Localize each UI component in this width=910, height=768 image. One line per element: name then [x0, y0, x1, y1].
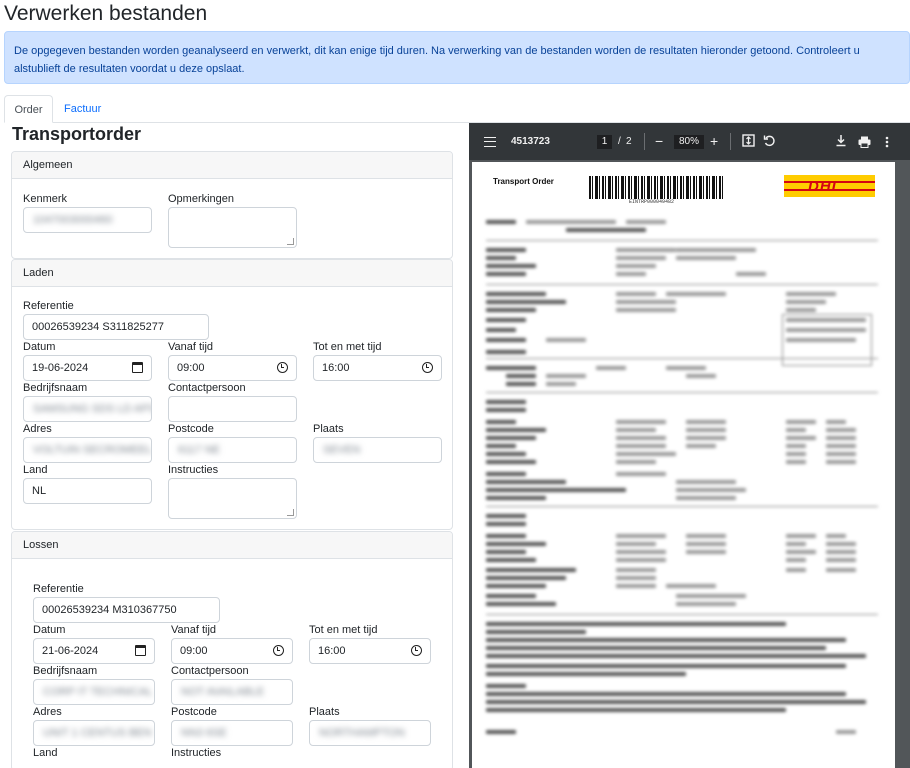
plus-icon[interactable]: + [710, 132, 718, 150]
laden-bedrijfsnaam-label: Bedrijfsnaam [23, 382, 88, 394]
page-number-input[interactable]: 1 [597, 135, 612, 149]
zoom-input[interactable]: 80% [674, 135, 704, 149]
form-title: Transportorder [12, 124, 142, 144]
laden-postcode-label: Postcode [168, 423, 214, 435]
calendar-icon[interactable] [135, 645, 146, 659]
laden-tot-label: Tot en met tijd [313, 341, 382, 353]
pdf-page: Transport Order EINTRP000049482 DHL [472, 162, 895, 768]
print-icon[interactable] [858, 134, 871, 152]
laden-referentie-label: Referentie [23, 300, 74, 312]
page-total: 2 [626, 136, 632, 147]
lossen-referentie-input[interactable]: 00026539234 M310367750 [33, 597, 220, 623]
pdf-title: 4513723 [511, 136, 550, 147]
laden-datum-label: Datum [23, 341, 56, 353]
laden-contactpersoon-label: Contactpersoon [168, 382, 246, 394]
clock-icon[interactable] [273, 645, 284, 659]
toolbar-divider [730, 133, 731, 150]
kenmerk-label: Kenmerk [23, 193, 68, 205]
lossen-bedrijfsnaam-input[interactable]: CORP IT TECHNICAL [33, 679, 155, 705]
opmerkingen-label: Opmerkingen [168, 193, 235, 205]
tab-bar: Order Factuur [4, 95, 910, 123]
card-header-lossen: Lossen [12, 532, 452, 559]
lossen-bedrijfsnaam-label: Bedrijfsnaam [33, 665, 98, 677]
laden-instructies-textarea[interactable] [168, 478, 297, 519]
laden-vanaf-input[interactable]: 09:00 [168, 355, 297, 381]
kenmerk-input[interactable]: 1047003000460 [23, 207, 152, 233]
lossen-instructies-label: Instructies [171, 747, 222, 759]
blurred-document-content [486, 210, 886, 760]
laden-land-input[interactable]: NL [23, 478, 152, 504]
clock-icon[interactable] [422, 362, 433, 376]
info-alert: De opgegeven bestanden worden geanalysee… [4, 31, 910, 84]
lossen-adres-input[interactable]: UNIT 1 CENTUS BEN [33, 720, 155, 746]
tab-factuur[interactable]: Factuur [54, 95, 111, 123]
dhl-logo: DHL [784, 175, 875, 197]
laden-contactpersoon-input[interactable] [168, 396, 297, 422]
clock-icon[interactable] [411, 645, 422, 659]
lossen-contactpersoon-input[interactable]: NOT AVAILABLE [171, 679, 293, 705]
lossen-land-label: Land [33, 747, 58, 759]
laden-plaats-input[interactable]: SEVEN [313, 437, 442, 463]
lossen-postcode-label: Postcode [171, 706, 217, 718]
dhl-logo-text: DHL [808, 178, 842, 195]
opmerkingen-textarea[interactable] [168, 207, 297, 248]
laden-adres-label: Adres [23, 423, 52, 435]
menu-icon[interactable] [484, 137, 496, 147]
lossen-tot-label: Tot en met tijd [309, 624, 378, 636]
card-header-laden: Laden [12, 260, 452, 287]
card-header-algemeen: Algemeen [12, 152, 452, 179]
download-icon[interactable] [835, 133, 847, 151]
toolbar-divider [644, 133, 645, 150]
card-algemeen: Algemeen Kenmerk 1047003000460 Opmerking… [11, 151, 453, 259]
page-title: Verwerken bestanden [4, 2, 208, 25]
laden-land-label: Land [23, 464, 48, 476]
lossen-plaats-input[interactable]: NORTHAMPTON [309, 720, 431, 746]
card-laden: Laden Referentie 00026539234 S311825277 … [11, 259, 453, 530]
rotate-icon[interactable] [763, 133, 776, 151]
laden-instructies-label: Instructies [168, 464, 219, 476]
clock-icon[interactable] [277, 362, 288, 376]
pdf-toolbar: 4513723 1 / 2 − 80% + [469, 123, 910, 160]
laden-postcode-input[interactable]: 6117 NE [168, 437, 297, 463]
lossen-datum-input[interactable]: 21-06-2024 [33, 638, 155, 664]
card-lossen: Lossen Referentie 00026539234 M310367750… [11, 531, 453, 768]
lossen-tot-input[interactable]: 16:00 [309, 638, 431, 664]
pdf-viewer: 4513723 1 / 2 − 80% + Transport Order EI… [469, 123, 910, 768]
lossen-vanaf-input[interactable]: 09:00 [171, 638, 293, 664]
lossen-plaats-label: Plaats [309, 706, 340, 718]
laden-plaats-label: Plaats [313, 423, 344, 435]
page-separator: / [618, 136, 621, 147]
lossen-adres-label: Adres [33, 706, 62, 718]
laden-datum-input[interactable]: 19-06-2024 [23, 355, 152, 381]
lossen-referentie-label: Referentie [33, 583, 84, 595]
barcode-text: EINTRP000049482 [629, 199, 675, 205]
lossen-contactpersoon-label: Contactpersoon [171, 665, 249, 677]
more-vertical-icon[interactable] [885, 134, 889, 152]
pdf-doc-title: Transport Order [493, 177, 554, 186]
laden-adres-input[interactable]: VOLTUIN SECROMEEL [23, 437, 152, 463]
barcode [589, 176, 725, 199]
lossen-vanaf-label: Vanaf tijd [171, 624, 217, 636]
lossen-postcode-input[interactable]: NN3 6SE [171, 720, 293, 746]
laden-tot-input[interactable]: 16:00 [313, 355, 442, 381]
laden-referentie-input[interactable]: 00026539234 S311825277 [23, 314, 209, 340]
lossen-datum-label: Datum [33, 624, 66, 636]
calendar-icon[interactable] [132, 362, 143, 376]
minus-icon[interactable]: − [655, 132, 663, 150]
laden-vanaf-label: Vanaf tijd [168, 341, 214, 353]
laden-bedrijfsnaam-input[interactable]: SAMSUNG SDS LD APS [23, 396, 152, 422]
tab-order[interactable]: Order [4, 95, 53, 123]
fit-page-icon[interactable] [742, 133, 755, 151]
